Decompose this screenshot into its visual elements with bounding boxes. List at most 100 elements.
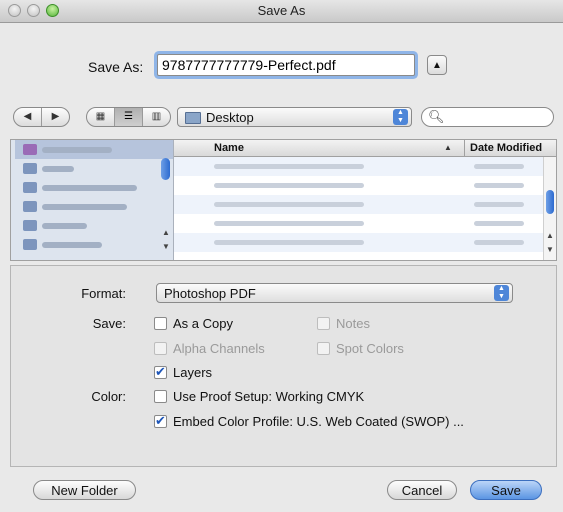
scroll-up-icon[interactable]: ▲: [162, 228, 170, 237]
save-as-dialog: Save As Save As: ▲ ◀ ▶ ▦ ☰ ▥ Desktop ▲▼ …: [0, 0, 563, 512]
spot-colors-checkbox: Spot Colors: [317, 341, 404, 356]
blurred-date: [474, 202, 524, 207]
date-modified-column-header[interactable]: Date Modified: [464, 140, 544, 156]
place-icon: [23, 239, 37, 250]
file-row[interactable]: [174, 176, 544, 195]
as-a-copy-label: As a Copy: [173, 316, 233, 331]
sidebar: ▲ ▼: [11, 140, 174, 260]
title-bar: Save As: [0, 0, 563, 23]
scroll-thumb[interactable]: [161, 158, 170, 180]
window-title: Save As: [257, 3, 306, 18]
sort-ascending-icon: ▲: [444, 143, 452, 152]
folder-icon: [185, 112, 201, 124]
format-popup[interactable]: Photoshop PDF ▲ ▼: [156, 283, 513, 303]
sidebar-item[interactable]: [15, 178, 173, 197]
sidebar-item[interactable]: [15, 140, 173, 159]
place-icon: [23, 182, 37, 193]
blurred-label: [42, 223, 87, 229]
blurred-date: [474, 221, 524, 226]
view-mode-control: ▦ ☰ ▥: [86, 107, 171, 127]
notes-checkbox: Notes: [317, 316, 370, 331]
scroll-thumb[interactable]: [546, 190, 554, 214]
place-icon: [23, 201, 37, 212]
blurred-date: [474, 164, 524, 169]
use-proof-setup-checkbox[interactable]: Use Proof Setup: Working CMYK: [154, 389, 364, 404]
save-label: Save:: [92, 316, 126, 331]
sidebar-item[interactable]: [15, 216, 173, 235]
checkbox-box: [154, 342, 167, 355]
filename-input[interactable]: [157, 54, 415, 76]
format-value: Photoshop PDF: [164, 286, 256, 301]
file-list: Name ▲ Date Modified ▲ ▼: [174, 140, 556, 260]
checkbox-box[interactable]: [154, 317, 167, 330]
alpha-channels-label: Alpha Channels: [173, 341, 265, 356]
back-button[interactable]: ◀: [14, 108, 42, 126]
as-a-copy-checkbox[interactable]: As a Copy: [154, 316, 233, 331]
new-folder-button[interactable]: New Folder: [33, 480, 136, 500]
blurred-label: [42, 242, 102, 248]
checkbox-checked-icon[interactable]: [154, 413, 167, 429]
column-header: Name ▲ Date Modified: [174, 140, 556, 157]
column-view-button[interactable]: ▥: [143, 108, 170, 126]
save-as-label: Save As:: [88, 59, 144, 75]
list-view-icon: ☰: [124, 111, 133, 122]
checkbox-checked-icon[interactable]: [154, 364, 167, 380]
location-label: Desktop: [206, 110, 254, 125]
embed-color-profile-label: Embed Color Profile: U.S. Web Coated (SW…: [173, 414, 464, 429]
use-proof-setup-label: Use Proof Setup: Working CMYK: [173, 389, 365, 404]
list-view-button[interactable]: ☰: [115, 108, 143, 126]
file-browser: ▲ ▼ Name ▲ Date Modified ▲ ▼: [10, 139, 557, 261]
sidebar-item[interactable]: [15, 197, 173, 216]
popup-arrows-icon: ▲ ▼: [494, 285, 509, 301]
search-field[interactable]: 🔍︎: [421, 107, 554, 127]
checkbox-box: [317, 317, 330, 330]
blurred-date: [474, 183, 524, 188]
blurred-filename: [214, 240, 364, 245]
icon-view-button[interactable]: ▦: [87, 108, 115, 126]
file-list-scrollbar[interactable]: ▲ ▼: [543, 157, 556, 260]
scroll-down-icon[interactable]: ▼: [546, 245, 554, 254]
triangle-up-icon: ▲: [432, 60, 442, 71]
sidebar-scrollbar[interactable]: ▲ ▼: [160, 142, 171, 258]
embed-color-profile-checkbox[interactable]: Embed Color Profile: U.S. Web Coated (SW…: [154, 413, 464, 429]
blurred-label: [42, 185, 137, 191]
blurred-label: [42, 204, 127, 210]
forward-button[interactable]: ▶: [42, 108, 69, 126]
checkbox-box: [317, 342, 330, 355]
scroll-up-icon[interactable]: ▲: [546, 231, 554, 240]
notes-label: Notes: [336, 316, 370, 331]
blurred-filename: [214, 202, 364, 207]
cancel-button[interactable]: Cancel: [387, 480, 457, 500]
file-row[interactable]: [174, 233, 544, 252]
blurred-label: [42, 147, 112, 153]
name-column-header[interactable]: Name: [214, 142, 244, 154]
collapse-browser-button[interactable]: ▲: [427, 55, 447, 75]
spot-colors-label: Spot Colors: [336, 341, 404, 356]
save-button[interactable]: Save: [470, 480, 542, 500]
checkbox-box[interactable]: [154, 390, 167, 403]
search-icon: 🔍︎: [428, 109, 445, 124]
dialog-buttons: New Folder Cancel Save: [0, 480, 563, 506]
blurred-date: [474, 240, 524, 245]
file-row[interactable]: [174, 157, 544, 176]
blurred-label: [42, 166, 74, 172]
format-options-panel: Format: Photoshop PDF ▲ ▼ Save: As a Copy…: [10, 265, 557, 467]
sidebar-item[interactable]: [15, 235, 173, 254]
layers-checkbox[interactable]: Layers: [154, 364, 212, 380]
browser-toolbar: ◀ ▶ ▦ ☰ ▥ Desktop ▲ ▼ 🔍︎: [0, 105, 563, 133]
format-label: Format:: [81, 286, 126, 301]
place-icon: [23, 163, 37, 174]
place-icon: [23, 220, 37, 231]
back-arrow-icon: ◀: [23, 111, 32, 122]
scroll-down-icon[interactable]: ▼: [162, 242, 170, 251]
blurred-filename: [214, 183, 364, 188]
forward-arrow-icon: ▶: [51, 111, 60, 122]
column-view-icon: ▥: [151, 111, 162, 122]
alpha-channels-checkbox: Alpha Channels: [154, 341, 265, 356]
location-popup[interactable]: Desktop ▲ ▼: [177, 107, 412, 127]
file-row[interactable]: [174, 195, 544, 214]
file-row[interactable]: [174, 214, 544, 233]
sidebar-item[interactable]: [15, 159, 173, 178]
popup-arrows-icon: ▲ ▼: [393, 109, 408, 125]
save-as-row: Save As: ▲: [0, 52, 563, 82]
